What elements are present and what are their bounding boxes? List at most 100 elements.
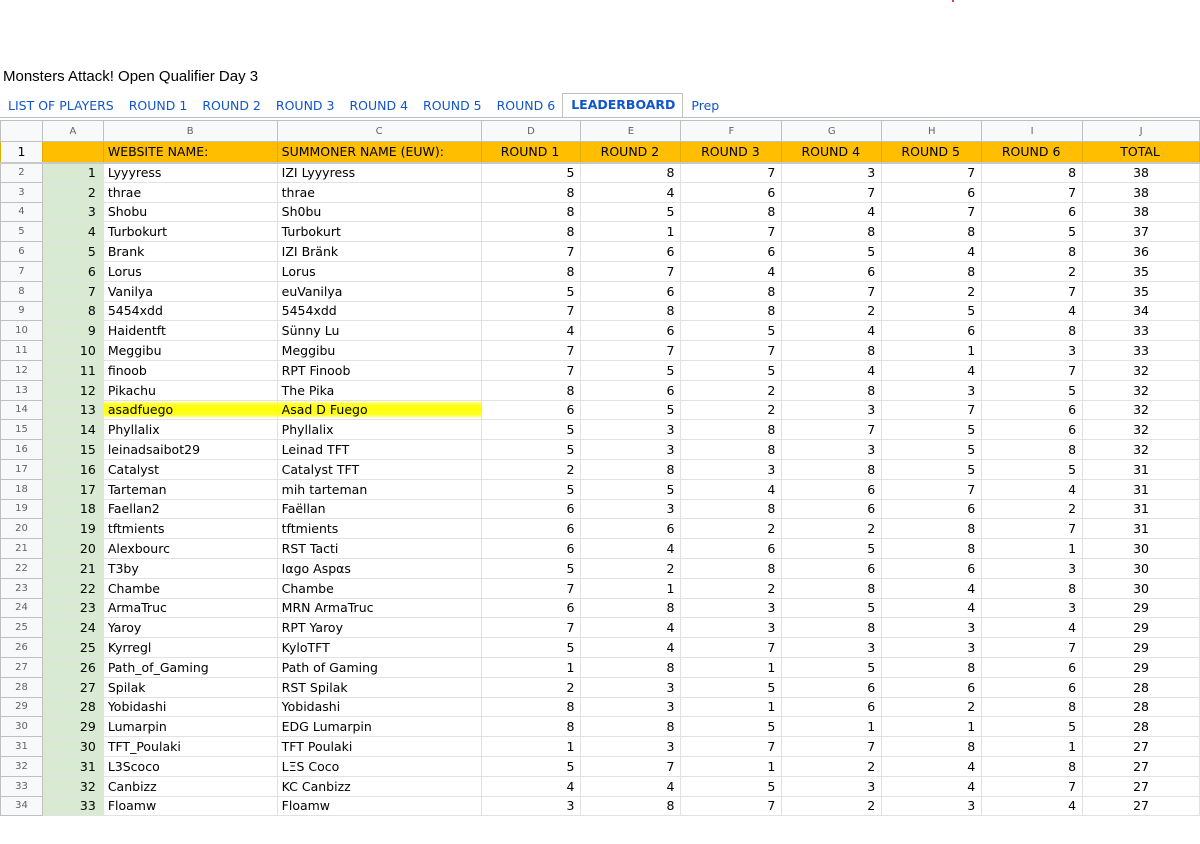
summoner-name-cell[interactable]: thrae [276, 181, 482, 203]
round-3-cell[interactable]: 2 [680, 577, 783, 599]
row-number[interactable]: 20 [0, 518, 43, 540]
website-name-cell[interactable]: Alexbourc [102, 538, 278, 559]
website-name-cell[interactable]: asadfuego [102, 399, 278, 421]
round-3-cell[interactable]: 1 [680, 696, 783, 718]
round-5-cell[interactable]: 2 [881, 696, 983, 718]
round-6-cell[interactable]: 7 [981, 359, 1084, 381]
round-4-cell[interactable]: 8 [781, 221, 883, 243]
row-number[interactable]: 19 [0, 498, 43, 520]
row-number[interactable]: 24 [0, 597, 43, 619]
row-number[interactable]: 13 [0, 379, 43, 401]
round-1-cell[interactable]: 5 [480, 419, 582, 441]
row-number[interactable]: 2 [0, 161, 43, 183]
rank-cell[interactable]: 17 [41, 478, 104, 500]
round-1-cell[interactable]: 4 [480, 320, 582, 342]
round-5-cell[interactable]: 2 [881, 280, 983, 302]
total-cell[interactable]: 27 [1082, 736, 1200, 757]
column-header-a[interactable]: A [41, 120, 104, 142]
round-3-cell[interactable]: 1 [680, 656, 783, 678]
round-2-cell[interactable]: 7 [580, 340, 682, 361]
round-1-cell[interactable]: 6 [480, 498, 582, 520]
round-5-cell[interactable]: 5 [881, 419, 983, 441]
round-1-cell[interactable]: 5 [480, 280, 582, 302]
website-name-cell[interactable]: thrae [102, 181, 278, 203]
round-6-cell[interactable]: 8 [981, 161, 1084, 183]
total-cell[interactable]: 30 [1082, 538, 1200, 559]
row-number[interactable]: 7 [0, 260, 43, 282]
round-1-cell[interactable]: 8 [480, 716, 582, 738]
row-number[interactable]: 30 [0, 716, 43, 738]
header-cell-j[interactable]: TOTAL [1082, 141, 1200, 163]
round-3-cell[interactable]: 8 [680, 201, 783, 223]
website-name-cell[interactable]: Pikachu [102, 379, 278, 401]
sheet-tab-round-6[interactable]: ROUND 6 [489, 94, 563, 118]
row-number[interactable]: 14 [0, 399, 43, 421]
round-1-cell[interactable]: 6 [480, 538, 582, 559]
column-header-g[interactable]: G [781, 120, 883, 142]
round-3-cell[interactable]: 7 [680, 161, 783, 183]
round-6-cell[interactable]: 8 [981, 577, 1084, 599]
round-4-cell[interactable]: 8 [781, 379, 883, 401]
round-6-cell[interactable]: 7 [981, 280, 1084, 302]
website-name-cell[interactable]: Shobu [102, 201, 278, 223]
summoner-name-cell[interactable]: Iαgo Aspαs [276, 557, 482, 579]
rank-cell[interactable]: 3 [41, 201, 104, 223]
row-number[interactable]: 31 [0, 736, 43, 757]
rank-cell[interactable]: 8 [41, 300, 104, 322]
round-4-cell[interactable]: 3 [781, 775, 883, 797]
summoner-name-cell[interactable]: KC Canbizz [276, 775, 482, 797]
row-number[interactable]: 17 [0, 458, 43, 480]
round-3-cell[interactable]: 6 [680, 181, 783, 203]
round-6-cell[interactable]: 6 [981, 419, 1084, 441]
round-6-cell[interactable]: 7 [981, 775, 1084, 797]
round-5-cell[interactable]: 8 [881, 260, 983, 282]
total-cell[interactable]: 29 [1082, 637, 1200, 658]
round-5-cell[interactable]: 6 [881, 181, 983, 203]
website-name-cell[interactable]: tftmients [102, 518, 278, 540]
round-2-cell[interactable]: 8 [580, 795, 682, 817]
sheet-tab-round-4[interactable]: ROUND 4 [341, 94, 415, 118]
round-4-cell[interactable]: 8 [781, 458, 883, 480]
rank-cell[interactable]: 14 [41, 419, 104, 441]
round-2-cell[interactable]: 6 [580, 241, 682, 262]
website-name-cell[interactable]: finoob [102, 359, 278, 381]
rank-cell[interactable]: 12 [41, 379, 104, 401]
round-4-cell[interactable]: 2 [781, 518, 883, 540]
row-number[interactable]: 33 [0, 775, 43, 797]
column-header-j[interactable]: J [1082, 120, 1200, 142]
row-number[interactable]: 9 [0, 300, 43, 322]
round-5-cell[interactable]: 4 [881, 597, 983, 619]
total-cell[interactable]: 34 [1082, 300, 1200, 322]
round-1-cell[interactable]: 5 [480, 755, 582, 777]
total-cell[interactable]: 32 [1082, 399, 1200, 421]
total-cell[interactable]: 27 [1082, 755, 1200, 777]
summoner-name-cell[interactable]: Asad D Fuego [276, 399, 482, 421]
row-number[interactable]: 34 [0, 795, 43, 817]
round-2-cell[interactable]: 6 [580, 280, 682, 302]
summoner-name-cell[interactable]: Turbokurt [276, 221, 482, 243]
website-name-cell[interactable]: Catalyst [102, 458, 278, 480]
round-5-cell[interactable]: 4 [881, 241, 983, 262]
rank-cell[interactable]: 31 [41, 755, 104, 777]
column-header-i[interactable]: I [981, 120, 1084, 142]
rank-cell[interactable]: 22 [41, 577, 104, 599]
round-1-cell[interactable]: 8 [480, 181, 582, 203]
total-cell[interactable]: 30 [1082, 557, 1200, 579]
column-header-e[interactable]: E [580, 120, 682, 142]
summoner-name-cell[interactable]: EDG Lumarpin [276, 716, 482, 738]
round-1-cell[interactable]: 1 [480, 736, 582, 757]
row-number[interactable]: 12 [0, 359, 43, 381]
row-number[interactable]: 27 [0, 656, 43, 678]
round-1-cell[interactable]: 7 [480, 340, 582, 361]
header-cell-i[interactable]: ROUND 6 [981, 141, 1084, 163]
rank-cell[interactable]: 21 [41, 557, 104, 579]
round-3-cell[interactable]: 7 [680, 736, 783, 757]
website-name-cell[interactable]: TFT_Poulaki [102, 736, 278, 757]
summoner-name-cell[interactable]: Catalyst TFT [276, 458, 482, 480]
round-6-cell[interactable]: 8 [981, 439, 1084, 460]
round-5-cell[interactable]: 7 [881, 478, 983, 500]
round-3-cell[interactable]: 5 [680, 716, 783, 738]
round-1-cell[interactable]: 5 [480, 478, 582, 500]
total-cell[interactable]: 31 [1082, 478, 1200, 500]
round-5-cell[interactable]: 5 [881, 458, 983, 480]
